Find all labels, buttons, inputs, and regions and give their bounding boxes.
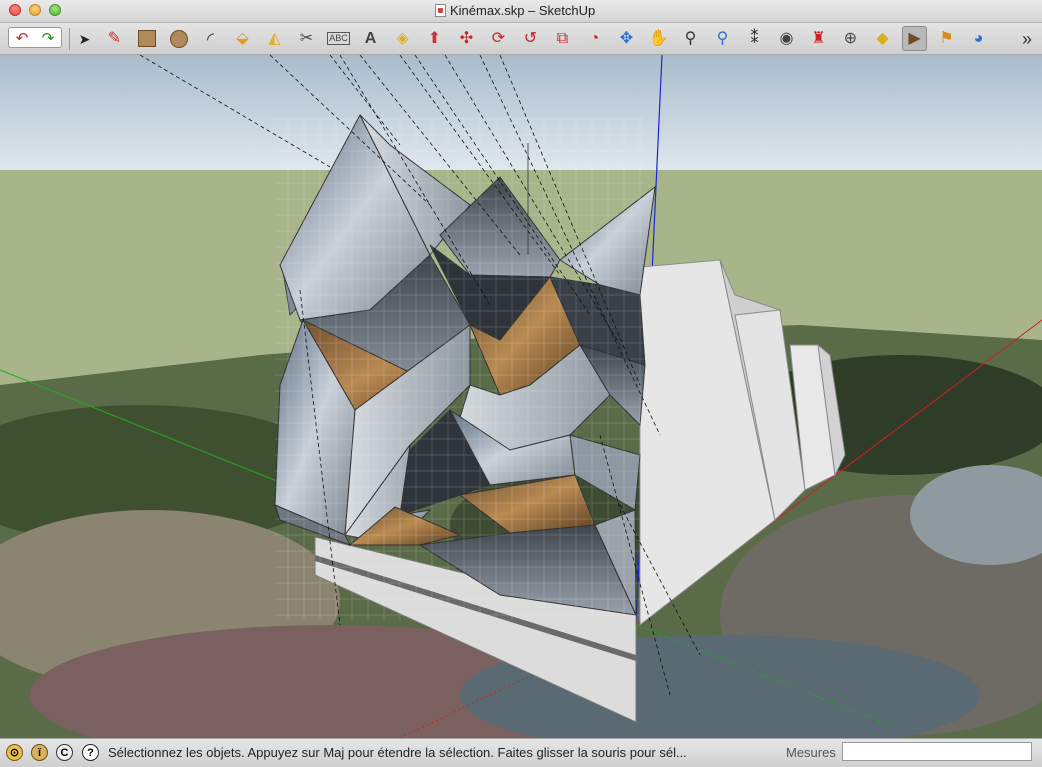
offset-icon: ◔ [589, 29, 600, 47]
credits-icon[interactable]: ǐ [31, 744, 48, 761]
section-plane-icon: ⊕ [843, 29, 858, 47]
photo-textures-icon: ⚑ [939, 29, 954, 47]
main-toolbar: ↶ ↷ ➤ ✎ ◜ ⬙ ◭ ✂ ABC A ◈ ⬆ ✣ ⟳ ↺ ⧉ ◔ ✥ ✋ … [0, 23, 1042, 55]
help-icon[interactable]: ? [82, 744, 99, 761]
push-pull-icon: ⬆ [427, 29, 442, 47]
zoom-extents-icon: ⚲ [716, 29, 729, 47]
line-tool-button[interactable]: ✎ [102, 26, 127, 51]
dimension-icon: ✂ [299, 29, 314, 47]
globe-icon: ◕ [973, 29, 984, 47]
arc-tool-button[interactable]: ◜ [198, 26, 223, 51]
photo-textures-button[interactable]: ⚑ [934, 26, 959, 51]
status-bar: ⊙ ǐ C ? Sélectionnez les objets. Appuyez… [0, 738, 1042, 767]
follow-me-icon: ↺ [523, 29, 538, 47]
hand-icon: ✋ [648, 29, 669, 47]
axes-tool-button[interactable]: A [358, 26, 383, 51]
zoom-tool-button[interactable]: ⚲ [678, 26, 703, 51]
circle-icon [169, 29, 188, 48]
3d-warehouse-button[interactable]: ◆ [870, 26, 895, 51]
chevron-right-icon: » [1021, 28, 1032, 49]
pan-tool-button[interactable]: ✋ [646, 26, 671, 51]
measurements-label: Mesures [786, 745, 836, 760]
circle-tool-button[interactable] [166, 26, 191, 51]
scale-tool-button[interactable]: ⧉ [550, 26, 575, 51]
redo-icon[interactable]: ↷ [42, 29, 55, 47]
walk-tool-button[interactable]: ⁑ [742, 26, 767, 51]
scale-icon: ⧉ [556, 29, 569, 47]
component-icon: ▶ [908, 29, 921, 47]
toolbar-separator [69, 28, 70, 50]
zoom-extents-tool-button[interactable]: ⚲ [710, 26, 735, 51]
position-camera-icon: ♜ [811, 29, 826, 47]
position-camera-tool-button[interactable]: ♜ [806, 26, 831, 51]
look-around-tool-button[interactable]: ◉ [774, 26, 799, 51]
move-icon: ✣ [459, 29, 474, 47]
move-tool-button[interactable]: ✣ [454, 26, 479, 51]
eraser-icon: ◈ [396, 29, 409, 47]
copyright-icon[interactable]: C [56, 744, 73, 761]
dimension-tool-button[interactable]: ✂ [294, 26, 319, 51]
arrow-cursor-icon: ➤ [78, 30, 91, 47]
eye-icon: ◉ [779, 29, 794, 47]
tape-measure-tool-button[interactable]: ◭ [262, 26, 287, 51]
google-earth-button[interactable]: ◕ [966, 26, 991, 51]
footprints-icon: ⁑ [750, 29, 759, 47]
text-tool-button[interactable]: ABC [326, 26, 351, 51]
magnifier-icon: ⚲ [684, 29, 697, 47]
push-pull-tool-button[interactable]: ⬆ [422, 26, 447, 51]
pencil-icon: ✎ [107, 29, 122, 47]
orbit-icon: ✥ [619, 29, 634, 47]
warehouse-icon: ◆ [876, 29, 889, 47]
tape-measure-icon: ◭ [268, 29, 281, 47]
toolbar-overflow-button[interactable]: » [1016, 26, 1038, 51]
undo-icon[interactable]: ↶ [16, 29, 29, 47]
offset-tool-button[interactable]: ◔ [582, 26, 607, 51]
scene-canvas[interactable] [0, 55, 1042, 738]
component-button[interactable]: ▶ [902, 26, 927, 51]
document-icon [435, 4, 446, 17]
minimize-window-icon[interactable] [29, 4, 41, 16]
glass-building [274, 113, 656, 620]
paint-bucket-tool-button[interactable]: ⬙ [230, 26, 255, 51]
rotate-tool-button[interactable]: ⟳ [486, 26, 511, 51]
geo-location-icon[interactable]: ⊙ [6, 744, 23, 761]
rotate-icon: ⟳ [491, 29, 506, 47]
follow-me-tool-button[interactable]: ↺ [518, 26, 543, 51]
select-tool-button[interactable]: ➤ [72, 26, 97, 51]
window-title: Kinémax.skp – SketchUp [450, 3, 596, 18]
paint-bucket-icon: ⬙ [236, 29, 249, 47]
eraser-tool-button[interactable]: ◈ [390, 26, 415, 51]
undo-redo-button[interactable]: ↶ ↷ [8, 27, 62, 48]
rectangle-tool-button[interactable] [134, 26, 159, 51]
rectangle-icon [137, 30, 156, 47]
close-window-icon[interactable] [9, 4, 21, 16]
text-icon: ABC [327, 32, 350, 45]
zoom-window-icon[interactable] [49, 4, 61, 16]
section-plane-tool-button[interactable]: ⊕ [838, 26, 863, 51]
orbit-tool-button[interactable]: ✥ [614, 26, 639, 51]
measurements-input[interactable] [842, 742, 1032, 761]
model-viewport[interactable] [0, 55, 1042, 738]
axes-icon: A [364, 29, 377, 47]
title-bar: Kinémax.skp – SketchUp [0, 0, 1042, 23]
arc-icon: ◜ [207, 28, 214, 49]
status-hint-text: Sélectionnez les objets. Appuyez sur Maj… [108, 745, 687, 760]
